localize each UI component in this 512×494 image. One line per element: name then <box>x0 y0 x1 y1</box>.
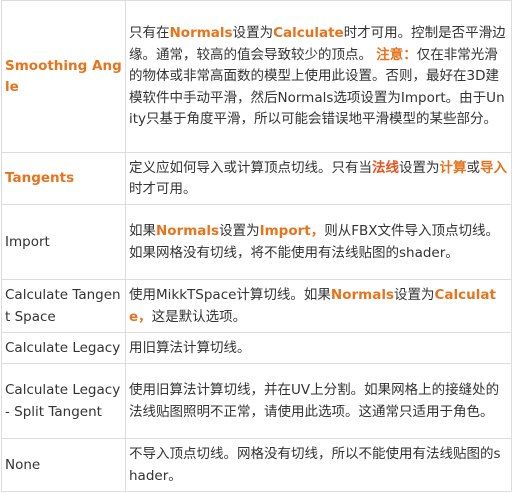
description-text: 不导入顶点切线。网格没有切线，所以不能使用有法线贴图的shader。 <box>129 446 501 484</box>
description-text: 使用旧算法计算切线，并在UV上分割。如果网格上的接缝处的法线贴图照明不正常，请使… <box>129 382 500 420</box>
description-text: 只有在 <box>129 25 170 42</box>
description-text: 定义应如何导入或计算顶点切线。只有当 <box>129 159 372 176</box>
description-text: 如果 <box>129 223 156 239</box>
description-text: 设置为 <box>219 223 260 239</box>
property-description: 不导入顶点切线。网格没有切线，所以不能使用有法线贴图的shader。 <box>125 438 512 492</box>
property-description: 定义应如何导入或计算顶点切线。只有当法线设置为计算或导入时才可用。 <box>125 152 512 205</box>
table-row: Calculate Legacy 用旧算法计算切线。 <box>1 332 512 364</box>
highlighted-term: 法线 <box>372 159 399 176</box>
highlighted-term: Normals <box>169 25 233 42</box>
highlighted-term: Calculate <box>273 25 344 42</box>
description-text: 设置为 <box>399 159 440 176</box>
property-description: 用旧算法计算切线。 <box>125 332 512 364</box>
highlighted-term: Normals <box>330 287 394 303</box>
description-text: 设置为 <box>394 287 435 303</box>
property-description: 使用旧算法计算切线，并在UV上分割。如果网格上的接缝处的法线贴图照明不正常，请使… <box>125 363 512 439</box>
highlighted-term: Import， <box>259 223 325 239</box>
property-name: Calculate Legacy <box>1 332 126 364</box>
table-row: Smoothing Angle 只有在Normals设置为Calculate时才… <box>1 0 512 153</box>
description-text: 时才可用。 <box>129 181 197 197</box>
table-row: None 不导入顶点切线。网格没有切线，所以不能使用有法线贴图的shader。 <box>1 438 512 492</box>
description-text: 用旧算法计算切线。 <box>129 339 251 356</box>
property-name: Calculate Tangent Space <box>1 279 126 333</box>
description-text: 或 <box>466 159 481 176</box>
highlighted-term: 注意： <box>376 46 417 63</box>
table-row: Calculate Legacy - Split Tangent 使用旧算法计算… <box>1 363 512 439</box>
description-text: 使用MikkTSpace计算切线。如果 <box>129 287 331 303</box>
property-name: Tangents <box>1 152 126 205</box>
description-text: 这是默认选项。 <box>151 308 247 325</box>
property-description: 只有在Normals设置为Calculate时才可用。控制是否平滑边缘。通常，较… <box>125 0 512 153</box>
description-text: 设置为 <box>232 25 274 42</box>
table-row: Calculate Tangent Space 使用MikkTSpace计算切线… <box>1 279 512 333</box>
properties-table-body: Smoothing Angle 只有在Normals设置为Calculate时才… <box>1 0 512 492</box>
property-name: Calculate Legacy - Split Tangent <box>1 363 126 439</box>
property-name: Import <box>1 204 126 280</box>
property-description: 使用MikkTSpace计算切线。如果Normals设置为Calculate，这… <box>125 279 512 333</box>
table-row: Tangents 定义应如何导入或计算顶点切线。只有当法线设置为计算或导入时才可… <box>1 152 512 205</box>
property-name: Smoothing Angle <box>1 0 126 153</box>
highlighted-term: 计算 <box>439 159 467 176</box>
property-description: 如果Normals设置为Import，则从FBX文件导入顶点切线。如果网格没有切… <box>125 204 512 280</box>
property-name: None <box>1 438 126 492</box>
highlighted-term: Normals <box>156 223 220 239</box>
table-row: Import 如果Normals设置为Import，则从FBX文件导入顶点切线。… <box>1 204 512 280</box>
properties-table: Smoothing Angle 只有在Normals设置为Calculate时才… <box>1 0 512 492</box>
highlighted-term: 导入 <box>480 159 507 176</box>
